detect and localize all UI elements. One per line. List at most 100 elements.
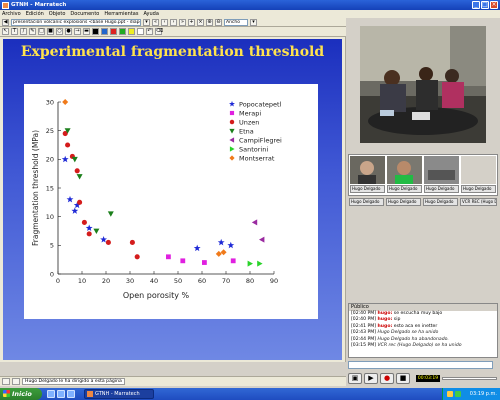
data-point	[76, 174, 83, 180]
start-button[interactable]: Inicio	[0, 388, 42, 400]
participant-thumb[interactable]: Hugo Delgado	[461, 156, 496, 196]
desktop-icon[interactable]	[67, 390, 75, 398]
data-point	[230, 258, 236, 264]
color-yellow-icon[interactable]	[128, 28, 135, 35]
sync-icon[interactable]	[12, 378, 20, 385]
browser-icon[interactable]	[47, 390, 55, 398]
chevron-down-icon[interactable]: ▾	[250, 18, 257, 26]
color-red-icon[interactable]	[110, 28, 117, 35]
filled-ellipse-icon[interactable]: ●	[65, 28, 72, 35]
data-point	[220, 249, 227, 256]
data-point	[166, 254, 171, 260]
data-point	[217, 238, 225, 246]
data-point	[81, 219, 87, 225]
menu-herramientas[interactable]: Herramientas	[104, 11, 138, 17]
network-icon[interactable]	[447, 391, 453, 397]
data-point	[193, 244, 201, 252]
media-controls: ▣ ▶ ● ■ 00:03:19	[346, 371, 500, 386]
y-axis-label: Fragmentation threshold (MPa)	[31, 130, 40, 246]
pointer-icon[interactable]: ↖	[2, 28, 9, 35]
participant-name[interactable]: Hugo Delgado	[386, 198, 421, 206]
drawing-toolbar: ↖ T / ✎ □ ■ ○ ● → ▬ ↶ ⌫	[0, 27, 346, 37]
color-white-icon[interactable]	[137, 28, 144, 35]
prev-page-icon[interactable]: ‹	[161, 18, 168, 26]
menu-objeto[interactable]: Objeto	[49, 11, 66, 17]
menu-documento[interactable]: Documento	[70, 11, 99, 17]
participant-name: Hugo Delgado	[424, 185, 459, 193]
participant-name[interactable]: Hugo Delgado	[423, 198, 458, 206]
clock: 03:19 p.m.	[469, 391, 497, 397]
color-black-icon[interactable]	[92, 28, 99, 35]
y-tick-label: 0	[50, 270, 54, 278]
back-icon[interactable]: ◀	[2, 18, 9, 26]
document-selector[interactable]: presentación volcanic explosions <base H…	[11, 18, 141, 26]
participant-video	[387, 156, 422, 184]
y-tick-label: 25	[46, 127, 54, 135]
app-icon	[2, 1, 9, 9]
zoom-select[interactable]: Ancho	[224, 18, 248, 26]
participant-thumb[interactable]: Hugo Delgado	[387, 156, 422, 196]
participant-video	[350, 156, 385, 184]
participant-thumb[interactable]: Hugo Delgado	[350, 156, 385, 196]
participant-name: Hugo Delgado	[461, 185, 496, 193]
chat-input[interactable]	[348, 361, 493, 369]
taskbar-app-label: GTNH - Marratech	[95, 391, 140, 397]
taskbar-app-button[interactable]: GTNH - Marratech	[84, 389, 154, 399]
presentation-slide: Experimental fragmentation threshold 0 10…	[3, 39, 342, 360]
volume-icon[interactable]	[455, 391, 461, 397]
document-toolbar: ◀ presentación volcanic explosions <base…	[0, 18, 346, 27]
data-point	[85, 224, 93, 232]
highlighter-icon[interactable]: ▬	[83, 28, 90, 35]
system-tray: 03:19 p.m.	[442, 388, 500, 400]
maximize-button[interactable]: □	[481, 1, 489, 9]
zoom-out-icon[interactable]: ⊖	[215, 18, 222, 26]
y-tick-label: 10	[46, 213, 54, 221]
legend-label: Etna	[239, 127, 254, 135]
seek-bar[interactable]	[442, 377, 497, 380]
data-point	[71, 156, 78, 163]
participant-video	[461, 156, 496, 184]
line-tool-icon[interactable]: /	[20, 28, 27, 35]
participant-thumbnails: Hugo Delgado Hugo Delgado Hugo Delgado H…	[348, 154, 498, 196]
zoom-in-icon[interactable]: ⊕	[206, 18, 213, 26]
x-tick-label: 0	[56, 277, 60, 285]
color-green-icon[interactable]	[119, 28, 126, 35]
chevron-down-icon[interactable]: ▾	[143, 18, 150, 26]
filled-rectangle-icon[interactable]: ■	[47, 28, 54, 35]
last-page-icon[interactable]: »	[179, 18, 186, 26]
rectangle-icon[interactable]: □	[38, 28, 45, 35]
menu-edicion[interactable]: Edición	[26, 11, 44, 17]
participant-name[interactable]: Hugo Delgado	[349, 198, 384, 206]
close-button[interactable]: ×	[490, 1, 498, 9]
menu-archivo[interactable]: Archivo	[2, 11, 21, 17]
play-icon[interactable]: ▶	[364, 373, 378, 384]
next-page-icon[interactable]: ›	[170, 18, 177, 26]
y-tick-label: 20	[46, 156, 54, 164]
delete-page-icon[interactable]: ×	[197, 18, 204, 26]
pencil-icon[interactable]: ✎	[29, 28, 36, 35]
participant-thumb[interactable]: Hugo Delgado	[424, 156, 459, 196]
undo-icon[interactable]: ↶	[146, 28, 153, 35]
arrow-tool-icon[interactable]: →	[74, 28, 81, 35]
camera-icon[interactable]: ▣	[348, 373, 362, 384]
menu-ayuda[interactable]: Ayuda	[143, 11, 158, 17]
legend-marker	[229, 110, 235, 116]
data-point	[100, 236, 108, 243]
legend-label: CampiFlegrei	[239, 136, 282, 144]
x-tick-label: 10	[78, 277, 86, 285]
minimize-button[interactable]: _	[472, 1, 480, 9]
legend-label: Santorini	[239, 145, 268, 153]
stop-icon[interactable]: ■	[396, 373, 410, 384]
new-page-icon[interactable]: +	[188, 18, 195, 26]
chat-header[interactable]: Público	[349, 304, 497, 311]
media-player-icon[interactable]	[57, 390, 65, 398]
data-point	[215, 250, 222, 257]
first-page-icon[interactable]: «	[152, 18, 159, 26]
color-blue-icon[interactable]	[101, 28, 108, 35]
data-point	[66, 195, 74, 203]
participant-name[interactable]: VCR REC (Hugo Delgado)	[460, 198, 497, 206]
text-tool-icon[interactable]: T	[11, 28, 18, 35]
record-icon[interactable]: ●	[380, 373, 394, 384]
erase-icon[interactable]: ⌫	[155, 28, 163, 35]
ellipse-icon[interactable]: ○	[56, 28, 63, 35]
